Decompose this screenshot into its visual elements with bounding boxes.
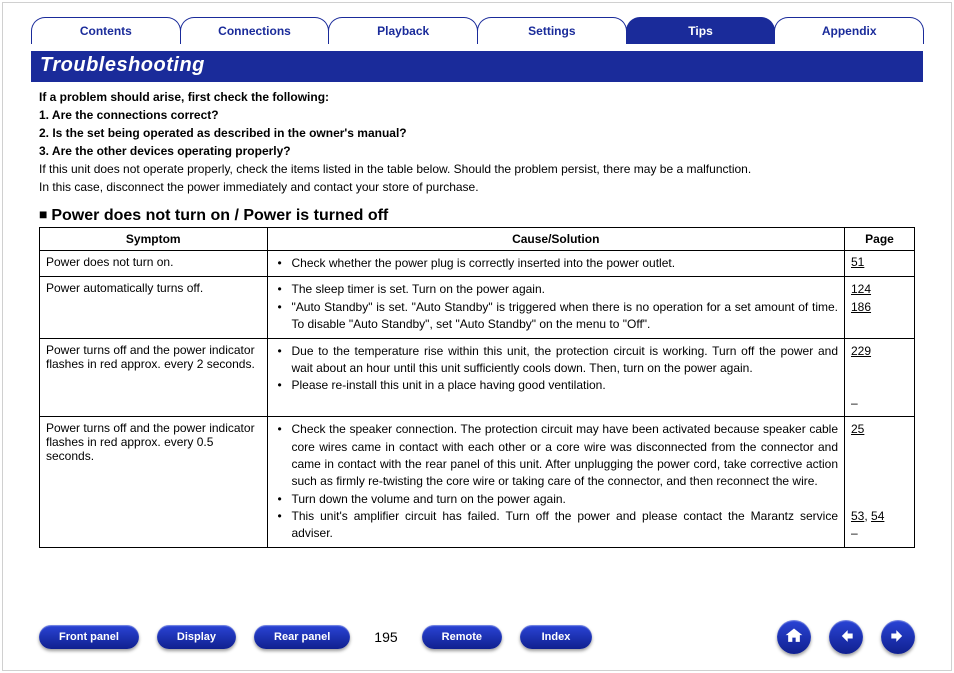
page-ref-cell[interactable]: 25 53, 54– bbox=[845, 417, 915, 548]
symptom-cell: Power does not turn on. bbox=[40, 251, 268, 277]
troubleshoot-table-wrap: Symptom Cause/Solution Page Power does n… bbox=[3, 227, 951, 548]
symptom-cell: Power automatically turns off. bbox=[40, 277, 268, 338]
bottom-nav-bar: Front panel Display Rear panel 195 Remot… bbox=[3, 620, 951, 654]
intro-line: If a problem should arise, first check t… bbox=[39, 88, 915, 106]
troubleshoot-table: Symptom Cause/Solution Page Power does n… bbox=[39, 227, 915, 548]
cause-item: Check the speaker connection. The protec… bbox=[284, 421, 839, 491]
intro-line: In this case, disconnect the power immed… bbox=[39, 178, 915, 196]
cause-item: Check whether the power plug is correctl… bbox=[284, 255, 839, 272]
cause-cell: Due to the temperature rise within this … bbox=[267, 338, 845, 417]
intro-line: If this unit does not operate properly, … bbox=[39, 160, 915, 178]
table-row: Power turns off and the power indicator … bbox=[40, 417, 915, 548]
col-page: Page bbox=[845, 228, 915, 251]
page-ref-cell[interactable]: 229 – bbox=[845, 338, 915, 417]
page-ref-cell[interactable]: 124186 bbox=[845, 277, 915, 338]
tab-tips[interactable]: Tips bbox=[626, 17, 776, 44]
main-nav-tabs: Contents Connections Playback Settings T… bbox=[3, 3, 951, 45]
cause-item: Please re-install this unit in a place h… bbox=[284, 377, 839, 394]
page-number: 195 bbox=[368, 629, 403, 645]
tab-connections[interactable]: Connections bbox=[180, 17, 330, 44]
cause-item: This unit's amplifier circuit has failed… bbox=[284, 508, 839, 543]
tab-settings[interactable]: Settings bbox=[477, 17, 627, 44]
tab-playback[interactable]: Playback bbox=[328, 17, 478, 44]
intro-block: If a problem should arise, first check t… bbox=[3, 82, 951, 196]
cause-item: Due to the temperature rise within this … bbox=[284, 343, 839, 378]
home-button[interactable] bbox=[777, 620, 811, 654]
table-row: Power turns off and the power indicator … bbox=[40, 338, 915, 417]
symptom-cell: Power turns off and the power indicator … bbox=[40, 417, 268, 548]
page-title: Troubleshooting bbox=[32, 52, 922, 81]
remote-button[interactable]: Remote bbox=[422, 625, 502, 649]
table-header-row: Symptom Cause/Solution Page bbox=[40, 228, 915, 251]
table-row: Power automatically turns off. The sleep … bbox=[40, 277, 915, 338]
cause-item: "Auto Standby" is set. "Auto Standby" is… bbox=[284, 299, 839, 334]
tab-contents[interactable]: Contents bbox=[31, 17, 181, 44]
arrow-left-icon bbox=[836, 626, 856, 649]
display-button[interactable]: Display bbox=[157, 625, 236, 649]
index-button[interactable]: Index bbox=[520, 625, 592, 649]
tab-appendix[interactable]: Appendix bbox=[774, 17, 924, 44]
table-row: Power does not turn on. Check whether the… bbox=[40, 251, 915, 277]
intro-line: 1. Are the connections correct? bbox=[39, 106, 915, 124]
section-heading-wrap: Power does not turn on / Power is turned… bbox=[3, 196, 951, 227]
cause-cell: Check the speaker connection. The protec… bbox=[267, 417, 845, 548]
arrow-right-icon bbox=[888, 626, 908, 649]
symptom-cell: Power turns off and the power indicator … bbox=[40, 338, 268, 417]
cause-cell: The sleep timer is set. Turn on the powe… bbox=[267, 277, 845, 338]
cause-item: Turn down the volume and turn on the pow… bbox=[284, 491, 839, 508]
rear-panel-button[interactable]: Rear panel bbox=[254, 625, 350, 649]
cause-cell: Check whether the power plug is correctl… bbox=[267, 251, 845, 277]
front-panel-button[interactable]: Front panel bbox=[39, 625, 139, 649]
col-symptom: Symptom bbox=[40, 228, 268, 251]
prev-page-button[interactable] bbox=[829, 620, 863, 654]
col-cause: Cause/Solution bbox=[267, 228, 845, 251]
page-title-bar: Troubleshooting bbox=[31, 51, 923, 82]
section-heading: Power does not turn on / Power is turned… bbox=[39, 206, 915, 225]
intro-line: 2. Is the set being operated as describe… bbox=[39, 124, 915, 142]
document-page: Contents Connections Playback Settings T… bbox=[2, 2, 952, 671]
next-page-button[interactable] bbox=[881, 620, 915, 654]
home-icon bbox=[784, 626, 804, 649]
page-ref-cell[interactable]: 51 bbox=[845, 251, 915, 277]
cause-item: The sleep timer is set. Turn on the powe… bbox=[284, 281, 839, 298]
intro-line: 3. Are the other devices operating prope… bbox=[39, 142, 915, 160]
